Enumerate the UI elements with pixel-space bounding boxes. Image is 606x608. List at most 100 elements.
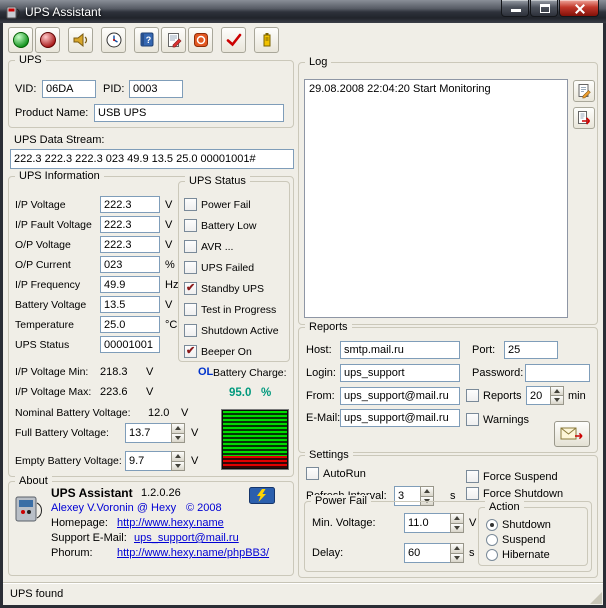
pid-input[interactable]: 0003 <box>129 80 183 98</box>
op-voltage-input[interactable]: 222.3 <box>100 236 160 253</box>
report-button[interactable] <box>161 27 186 53</box>
donate-badge-icon[interactable] <box>249 487 275 507</box>
ups-assistant-icon <box>12 491 46 528</box>
connect-button[interactable] <box>8 27 33 53</box>
suspend-radio[interactable] <box>486 534 498 546</box>
shutdown-active-checkbox[interactable] <box>184 324 197 337</box>
stop-icon <box>193 33 208 47</box>
host-input[interactable]: smtp.mail.ru <box>340 341 460 359</box>
login-label: Login: <box>306 367 336 379</box>
ip-frequency-input[interactable]: 49.9 <box>100 276 160 293</box>
power-fail-checkbox[interactable] <box>184 198 197 211</box>
homepage-link[interactable]: http://www.hexy.name <box>117 517 224 529</box>
ip-voltage-input[interactable]: 222.3 <box>100 196 160 213</box>
min-voltage-unit: V <box>469 517 477 529</box>
power-fail-group-label: Power Fail <box>311 495 371 507</box>
shutdown-radio[interactable] <box>486 519 498 531</box>
new-report-button[interactable] <box>573 80 595 102</box>
action-group-label: Action <box>485 501 524 513</box>
login-input[interactable]: ups_support <box>340 364 460 382</box>
port-input[interactable]: 25 <box>504 341 558 359</box>
empty-battery-input[interactable]: 9.7 <box>125 451 171 471</box>
force-suspend-check: Force Suspend <box>466 470 558 483</box>
minimize-button[interactable] <box>501 0 529 17</box>
force-shutdown-checkbox[interactable] <box>466 487 479 500</box>
force-suspend-checkbox[interactable] <box>466 470 479 483</box>
password-input[interactable] <box>525 364 590 382</box>
report-interval-down-button[interactable] <box>551 395 563 404</box>
app-version: 1.2.0.26 <box>141 487 181 499</box>
warnings-checkbox[interactable] <box>466 413 479 426</box>
avr-label: AVR ... <box>201 240 234 253</box>
email-input[interactable]: ups_support@mail.ru <box>340 409 460 427</box>
host-label: Host: <box>306 344 332 356</box>
connect-icon <box>12 32 29 48</box>
delay-input[interactable]: 60 <box>404 543 450 563</box>
ip-voltage-min-unit: V <box>146 366 154 378</box>
info-row-label: Battery Voltage <box>15 299 87 311</box>
full-battery-up-button[interactable] <box>172 424 184 433</box>
log-group-label: Log <box>305 56 332 68</box>
ups-status-input[interactable]: 00001001 <box>100 336 160 353</box>
min-voltage-input[interactable]: 11.0 <box>404 513 450 533</box>
product-name-input[interactable]: USB UPS <box>94 104 284 122</box>
hibernate-radio-label: Hibernate <box>502 549 550 561</box>
info-row-unit: V <box>165 199 173 211</box>
log-list[interactable]: 29.08.2008 22:04:20 Start Monitoring <box>304 79 568 318</box>
maximize-button[interactable] <box>530 0 558 17</box>
sound-button[interactable] <box>68 27 93 53</box>
delay-down-button[interactable] <box>451 552 463 562</box>
info-row-label: O/P Current <box>15 259 71 271</box>
test-icon <box>226 33 241 47</box>
disconnect-button[interactable] <box>35 27 60 53</box>
port-label: Port: <box>472 344 496 356</box>
close-button[interactable] <box>559 0 599 17</box>
ip-fault-voltage-input[interactable]: 222.3 <box>100 216 160 233</box>
schedule-button[interactable] <box>101 27 126 53</box>
beeper-on-checkbox[interactable] <box>184 344 197 358</box>
phorum-label: Phorum: <box>51 547 93 559</box>
help-button[interactable]: ? <box>134 27 159 53</box>
standby-ups-checkbox[interactable] <box>184 281 197 295</box>
reports-check: Reports <box>466 389 522 402</box>
battery-low-checkbox[interactable] <box>184 219 197 232</box>
support-email-link[interactable]: ups_support@mail.ru <box>134 532 239 544</box>
empty-battery-up-button[interactable] <box>172 452 184 461</box>
report-interval-up-button[interactable] <box>551 387 563 395</box>
stop-button[interactable] <box>188 27 213 53</box>
phorum-link[interactable]: http://www.hexy.name/phpBB3/ <box>117 547 269 559</box>
send-test-mail-button[interactable] <box>554 421 590 447</box>
test-button[interactable] <box>221 27 246 53</box>
from-input[interactable]: ups_support@mail.ru <box>340 387 460 405</box>
avr-checkbox[interactable] <box>184 240 197 253</box>
empty-battery-down-button[interactable] <box>172 460 184 470</box>
hibernate-radio[interactable] <box>486 549 498 561</box>
help-icon: ? <box>140 32 153 47</box>
delay-up-button[interactable] <box>451 544 463 553</box>
full-battery-down-button[interactable] <box>172 432 184 442</box>
test-in-progress-checkbox[interactable] <box>184 303 197 316</box>
export-log-button[interactable] <box>573 107 595 129</box>
info-row-unit: V <box>165 239 173 251</box>
battery-button[interactable] <box>254 27 279 53</box>
autorun-checkbox[interactable] <box>306 467 319 480</box>
data-stream-input[interactable]: 222.3 222.3 222.3 023 49.9 13.5 25.0 000… <box>10 149 294 169</box>
battery-voltage-input[interactable]: 13.5 <box>100 296 160 313</box>
ups-failed-checkbox[interactable] <box>184 261 197 274</box>
refresh-up-button[interactable] <box>421 487 433 496</box>
flag-power-fail: Power Fail <box>184 198 251 211</box>
temperature-input[interactable]: 25.0 <box>100 316 160 333</box>
min-voltage-up-button[interactable] <box>451 514 463 523</box>
vid-input[interactable]: 06DA <box>42 80 96 98</box>
shutdown-active-label: Shutdown Active <box>201 324 279 337</box>
reports-checkbox[interactable] <box>466 389 479 402</box>
report-interval-input[interactable]: 20 <box>526 386 550 405</box>
ip-voltage-max-label: I/P Voltage Max: <box>15 386 92 398</box>
title-bar: UPS Assistant <box>0 0 606 23</box>
min-voltage-down-button[interactable] <box>451 522 463 532</box>
full-battery-input[interactable]: 13.7 <box>125 423 171 443</box>
flag-battery-low: Battery Low <box>184 219 256 232</box>
resize-grip[interactable] <box>590 592 602 604</box>
op-current-input[interactable]: 023 <box>100 256 160 273</box>
beeper-on-label: Beeper On <box>201 345 252 358</box>
